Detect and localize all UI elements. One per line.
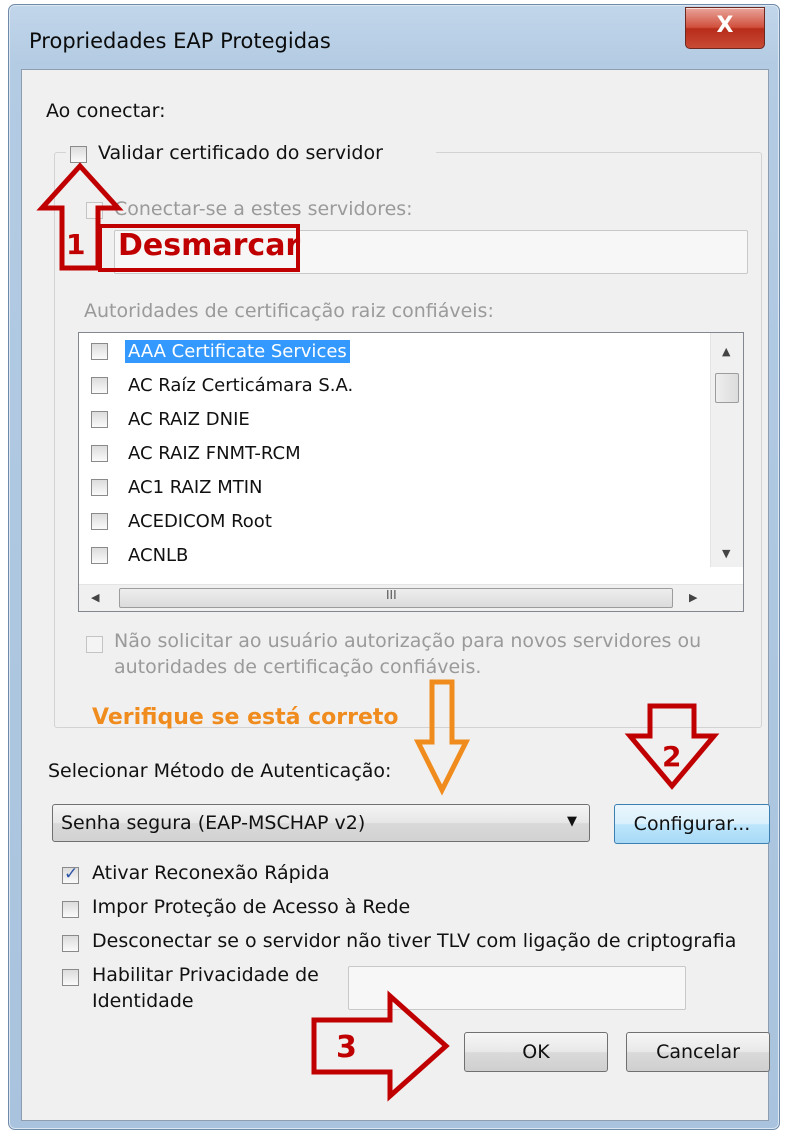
- annotation-arrows: [36, 162, 720, 1102]
- step3-right-arrow-icon: [311, 990, 450, 1102]
- verify-down-arrow-icon: [413, 679, 471, 796]
- step1-number: 1: [66, 228, 86, 261]
- step1-text: Desmarcar: [118, 228, 301, 263]
- step3-number: 3: [336, 1030, 357, 1065]
- verify-text: Verifique se está correto: [92, 705, 399, 730]
- step2-number: 2: [662, 740, 682, 773]
